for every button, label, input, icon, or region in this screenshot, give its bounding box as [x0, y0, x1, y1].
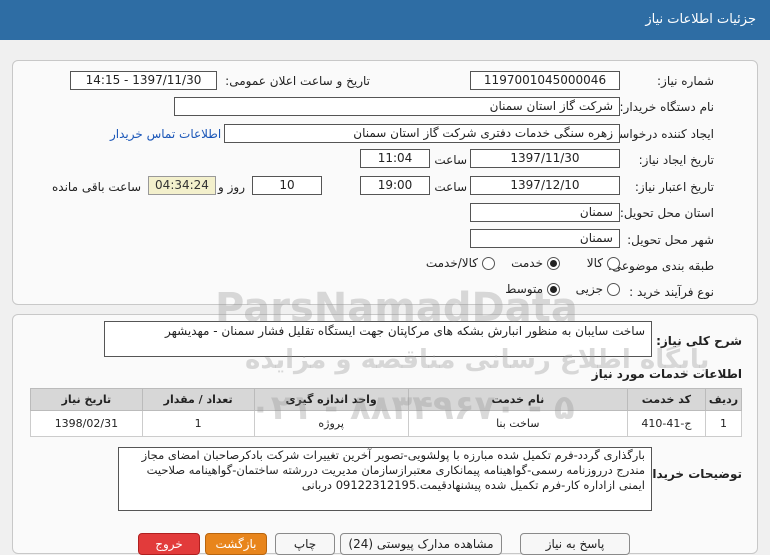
reply-button[interactable]: پاسخ به نیاز	[520, 533, 630, 555]
created-date-field: 1397/11/30	[470, 149, 620, 168]
category-label: طبقه بندی موضوعی:	[607, 259, 714, 273]
days-label: روز و	[218, 180, 245, 194]
window-title: جزئیات اطلاعات نیاز	[0, 0, 770, 40]
process-option-medium[interactable]: متوسط	[505, 282, 560, 296]
buyer-org-label: نام دستگاه خریدار:	[619, 100, 715, 114]
cell-unit: پروژه	[253, 410, 409, 437]
category-option-goods[interactable]: کالا	[587, 256, 620, 270]
province-label: استان محل تحویل:	[619, 206, 714, 220]
col-service-code: کد خدمت	[626, 388, 707, 411]
view-attachments-button[interactable]: مشاهده مدارک پیوستی (24)	[340, 533, 502, 555]
announce-label: تاریخ و ساعت اعلان عمومی:	[225, 74, 370, 88]
city-label: شهر محل تحویل:	[627, 233, 714, 247]
radio-icon[interactable]	[482, 257, 495, 270]
province-field: سمنان	[470, 203, 620, 222]
validity-date-label: تاریخ اعتبار نیاز:	[634, 180, 714, 194]
created-date-label: تاریخ ایجاد نیاز:	[638, 153, 714, 167]
category-option-service[interactable]: خدمت	[511, 256, 560, 270]
radio-icon[interactable]	[607, 257, 620, 270]
cell-quantity: 1	[141, 410, 255, 437]
description-field: ساخت سایبان به منظور انبارش بشکه های مرک…	[104, 321, 652, 357]
services-table: ردیف کد خدمت نام خدمت واحد اندازه گیری ت…	[30, 388, 742, 437]
col-unit: واحد اندازه گیری	[253, 388, 409, 411]
created-time-label: ساعت	[434, 153, 467, 167]
remaining-label: ساعت باقی مانده	[52, 180, 142, 194]
validity-time-field: 19:00	[360, 176, 430, 195]
buyer-contact-link[interactable]: اطلاعات تماس خریدار	[110, 127, 221, 141]
process-option-minor[interactable]: جزیی	[576, 282, 620, 296]
col-service-name: نام خدمت	[407, 388, 628, 411]
need-number-label: شماره نیاز:	[657, 74, 714, 88]
table-row[interactable]: 1 ج-41-410 ساخت بنا پروژه 1 1398/02/31	[30, 410, 742, 437]
print-button[interactable]: چاپ	[275, 533, 335, 555]
cell-service-code: ج-41-410	[626, 410, 707, 437]
validity-time-label: ساعت	[434, 180, 467, 194]
buyer-org-field: شرکت گاز استان سمنان	[174, 97, 620, 116]
radio-selected-icon[interactable]	[547, 257, 560, 270]
validity-date-field: 1397/12/10	[470, 176, 620, 195]
created-time-field: 11:04	[360, 149, 430, 168]
remaining-time-field: 04:34:24	[148, 176, 216, 195]
radio-icon[interactable]	[607, 283, 620, 296]
col-quantity: تعداد / مقدار	[141, 388, 255, 411]
cell-service-name: ساخت بنا	[407, 410, 628, 437]
description-label: شرح کلی نیاز:	[656, 334, 742, 348]
buyer-notes-field: بارگذاری گردد-فرم تکمیل شده مبارزه با پو…	[118, 447, 652, 511]
requester-field: زهره سنگی خدمات دفتری شرکت گاز استان سمن…	[224, 124, 620, 143]
category-option-goods-service[interactable]: کالا/خدمت	[426, 256, 495, 270]
city-field: سمنان	[470, 229, 620, 248]
radio-selected-icon[interactable]	[547, 283, 560, 296]
back-button[interactable]: بازگشت	[205, 533, 267, 555]
col-need-date: تاریخ نیاز	[30, 388, 143, 411]
exit-button[interactable]: خروج	[138, 533, 200, 555]
cell-row-number: 1	[705, 410, 742, 437]
services-header-row: ردیف کد خدمت نام خدمت واحد اندازه گیری ت…	[30, 388, 742, 411]
requester-label: ایجاد کننده درخواست:	[603, 127, 714, 141]
col-row-number: ردیف	[705, 388, 742, 411]
announce-field: 1397/11/30 - 14:15	[70, 71, 217, 90]
services-heading: اطلاعات خدمات مورد نیاز	[591, 367, 742, 381]
process-label: نوع فرآیند خرید :	[629, 285, 714, 299]
days-field: 10	[252, 176, 322, 195]
cell-need-date: 1398/02/31	[30, 410, 143, 437]
need-number-field: 1197001045000046	[470, 71, 620, 90]
buyer-notes-label: توضیحات خریدار:	[640, 467, 742, 481]
